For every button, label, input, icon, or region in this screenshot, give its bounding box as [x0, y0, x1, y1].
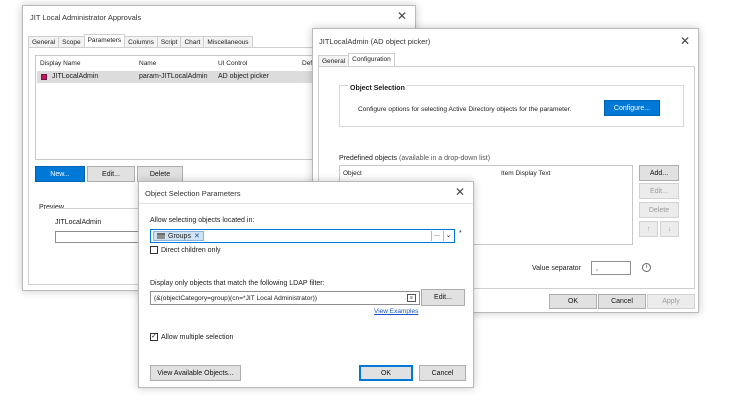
delete-button[interactable]: Delete — [137, 166, 183, 182]
params-dialog-title: Object Selection Parameters — [145, 189, 241, 198]
tab-chart[interactable]: Chart — [180, 36, 205, 47]
allow-multiple-label: Allow multiple selection — [161, 334, 234, 341]
picker-window-title: JITLocalAdmin (AD object picker) — [319, 37, 431, 46]
tab-scope[interactable]: Scope — [58, 36, 85, 47]
add-predefined-button[interactable]: Add... — [639, 165, 679, 181]
folder-icon — [157, 233, 165, 239]
filter-builder-icon[interactable]: ≡ — [407, 294, 416, 302]
value-separator-input[interactable]: , — [591, 261, 631, 275]
ok-button[interactable]: OK — [359, 365, 413, 381]
browse-button[interactable]: ... — [431, 231, 442, 241]
close-icon[interactable]: ✕ — [455, 186, 465, 198]
delete-predefined-button[interactable]: Delete — [639, 202, 679, 218]
close-icon[interactable]: ✕ — [680, 35, 690, 47]
main-tab-strip: General Scope Parameters Columns Script … — [28, 34, 253, 47]
predefined-objects-hint: (available in a drop-down list) — [399, 155, 491, 162]
main-window-titlebar: JIT Local Administrator Approvals ✕ — [23, 6, 415, 28]
ok-button[interactable]: OK — [549, 294, 597, 309]
column-name[interactable]: Name — [139, 60, 156, 67]
column-ui-control[interactable]: UI Control — [218, 60, 247, 67]
object-selection-group: Object Selection Configure options for s… — [339, 85, 684, 127]
table-row[interactable]: JITLocalAdmin param-JITLocalAdmin AD obj… — [37, 71, 324, 83]
chevron-down-icon[interactable]: ⌄ — [443, 231, 453, 241]
location-chip[interactable]: Groups ✕ — [153, 231, 204, 241]
params-dialog-titlebar-divider — [139, 203, 473, 204]
info-icon[interactable]: i — [642, 263, 651, 272]
row-display-name: JITLocalAdmin — [52, 73, 99, 80]
edit-predefined-button[interactable]: Edit... — [639, 183, 679, 199]
arrow-down-icon: ↓ — [667, 225, 672, 233]
picker-window-titlebar: JITLocalAdmin (AD object picker) ✕ — [313, 29, 698, 51]
tab-general[interactable]: General — [318, 55, 350, 66]
apply-button[interactable]: Apply — [647, 294, 695, 309]
preview-field-label: JITLocalAdmin — [55, 219, 102, 226]
tab-script[interactable]: Script — [156, 36, 182, 47]
params-dialog: Object Selection Parameters ✕ Allow sele… — [138, 181, 474, 388]
tab-configuration[interactable]: Configuration — [348, 53, 395, 66]
location-label: Allow selecting objects located in: — [150, 217, 255, 224]
parameter-icon — [41, 74, 47, 80]
ldap-filter-label: Display only objects that match the foll… — [150, 280, 325, 287]
close-icon[interactable]: ✕ — [397, 10, 407, 22]
direct-children-label: Direct children only — [161, 247, 221, 254]
remove-chip-icon[interactable]: ✕ — [194, 232, 200, 240]
column-item-display-text[interactable]: Item Display Text — [501, 170, 550, 177]
preview-input[interactable] — [55, 231, 147, 243]
value-separator-label: Value separator — [532, 265, 581, 272]
tab-columns[interactable]: Columns — [124, 36, 158, 47]
new-button[interactable]: New... — [35, 166, 85, 182]
view-examples-link[interactable]: View Examples — [374, 308, 418, 315]
ldap-filter-value: (&(objectCategory=group)(cn=*JIT Local A… — [154, 295, 317, 302]
location-input[interactable]: Groups ✕ ... ⌄ — [150, 229, 455, 243]
edit-button[interactable]: Edit... — [87, 166, 135, 182]
view-available-objects-button[interactable]: View Available Objects... — [150, 365, 241, 381]
row-name: param-JITLocalAdmin — [139, 73, 208, 80]
tab-parameters[interactable]: Parameters — [83, 34, 126, 47]
value-separator-value: , — [596, 265, 598, 272]
column-display-name[interactable]: Display Name — [40, 60, 80, 67]
arrow-up-icon: ↑ — [646, 225, 651, 233]
object-selection-description: Configure options for selecting Active D… — [358, 106, 572, 113]
tab-general[interactable]: General — [28, 36, 60, 47]
allow-multiple-checkbox[interactable]: ✓ — [150, 333, 158, 341]
parameters-table: Display Name Name UI Control Defa JITLoc… — [35, 55, 325, 160]
cancel-button[interactable]: Cancel — [419, 365, 466, 381]
ldap-edit-button[interactable]: Edit... — [421, 289, 465, 306]
row-ui-control: AD object picker — [218, 73, 269, 80]
cancel-button[interactable]: Cancel — [598, 294, 646, 309]
tab-miscellaneous[interactable]: Miscellaneous — [203, 36, 253, 47]
picker-tab-strip: General Configuration — [318, 53, 395, 66]
move-down-button[interactable]: ↓ — [660, 221, 679, 237]
location-chip-label: Groups — [168, 232, 191, 240]
configure-button[interactable]: Configure... — [604, 100, 660, 116]
main-window-title: JIT Local Administrator Approvals — [30, 13, 142, 22]
object-selection-heading: Object Selection — [348, 85, 407, 92]
move-up-button[interactable]: ↑ — [639, 221, 658, 237]
direct-children-checkbox[interactable] — [150, 246, 158, 254]
ldap-filter-input[interactable]: (&(objectCategory=group)(cn=*JIT Local A… — [150, 291, 420, 305]
required-asterisk: * — [459, 230, 462, 237]
predefined-objects-label: Predefined objects — [339, 155, 397, 162]
params-dialog-titlebar: Object Selection Parameters ✕ — [139, 182, 473, 204]
column-object[interactable]: Object — [343, 170, 362, 177]
